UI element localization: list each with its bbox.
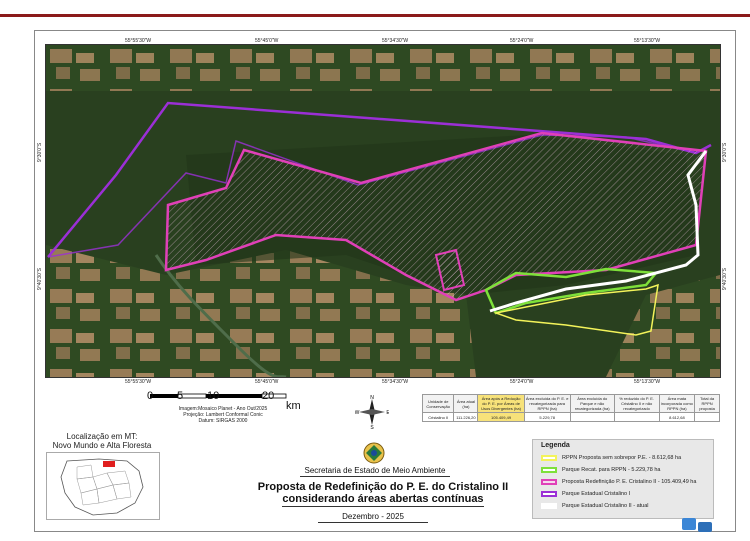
table-cell [694,412,720,422]
legend-label: Proposta Redefinição P. E. Cristalino II… [562,478,697,485]
coord-left-2: 9°40'30"S [37,268,43,290]
coord-bottom-4: 55°24'0"W [510,379,534,385]
north-letter-s: S [370,425,374,429]
legend-item: Parque Estadual Cristalino II - atual [541,501,649,510]
scale-label-5: 5 [177,390,184,402]
table-cell [613,412,660,422]
table-header: Área após a Redução do P. E. por Áreas d… [477,394,525,413]
north-letter-e: E [386,410,389,416]
department-name: Secretaria de Estado de Meio Ambiente [300,466,450,477]
legend-swatch [541,502,557,509]
coord-bottom-2: 55°45'0"W [255,379,279,385]
table-cell: 111.226,20 [453,412,479,422]
scale-label-20: 20 [262,390,275,402]
legend-item: Proposta Redefinição P. E. Cristalino II… [541,477,696,486]
legend-label: Parque Estadual Cristalino I [562,490,631,497]
table-cell: 5.229,78 [523,412,571,422]
coord-left-1: 9°30'0"S [37,142,43,162]
location-inset-map[interactable] [46,452,160,520]
coord-bottom-3: 55°34'30"W [382,379,409,385]
legend-swatch [541,478,557,485]
table-header: Área excluída do P. E. e recategorizada … [523,394,571,413]
corner-blue-icon [676,512,716,536]
north-letter-w: W [355,410,360,416]
location-title-line1: Localização em MT: [66,432,138,441]
legend-swatch [541,490,557,497]
location-highlight [103,461,115,467]
map-date: Dezembro - 2025 [318,512,428,523]
scale-unit: km [286,400,301,412]
table-header: Unidade de Conservação [421,394,455,413]
legend-swatch [541,466,557,473]
legend-label: RPPN Proposta sem sobrepor P.E. - 8.612,… [562,454,682,461]
map-title-line1: Proposta de Redefinição do P. E. do Cris… [257,481,509,493]
legend-item: Parque Estadual Cristalino I [541,489,630,498]
table-header-row: Unidade de Conservação Área atual (ha) Á… [421,394,720,413]
north-letter-n: N [370,395,374,401]
legend-label: Parque Recat. para RPPN - 5.229,78 ha [562,466,661,473]
map-title-line2: considerando áreas abertas contínuas [282,493,484,507]
map-canvas [46,45,720,377]
table-row: Cristalino II 111.226,20 105.409,49 5.22… [421,412,720,422]
coord-bottom-5: 55°13'30"W [634,379,661,385]
table-cell: 105.409,49 [477,412,525,422]
coord-right-2: 9°40'30"S [722,268,728,290]
coord-right-1: 9°30'0"S [722,142,728,162]
state-seal-icon [360,440,388,466]
location-title: Localização em MT: Novo Mundo e Alta Flo… [38,432,166,450]
legend: Legenda RPPN Proposta sem sobrepor P.E. … [532,439,714,519]
scale-label-10: 10 [207,390,220,402]
legend-item: RPPN Proposta sem sobrepor P.E. - 8.612,… [541,453,681,462]
north-arrow-icon: N S E W [355,395,391,431]
table-cell: Cristalino II [421,412,455,422]
map-credits: Imagem:Mosaico Planet - Ano Out/2025 Pro… [168,406,278,424]
coord-bottom-1: 55°55'30"W [125,379,152,385]
table-header: Total da RPPN proposta [694,394,720,413]
table-header: Área atual (ha) [453,394,479,413]
location-title-line2: Novo Mundo e Alta Floresta [52,441,152,450]
area-table: Unidade de Conservação Área atual (ha) Á… [421,394,720,422]
legend-label: Parque Estadual Cristalino II - atual [562,502,649,509]
legend-title: Legenda [541,442,570,449]
map-title: Proposta de Redefinição do P. E. do Cris… [238,481,528,507]
satellite-map[interactable] [45,44,721,378]
table-header: Área excluída do Parque e não recategori… [569,394,615,413]
table-cell: 8.612,68 [658,412,696,422]
scale-label-0: 0 [147,390,154,402]
cleared-land-north [46,45,720,91]
table-cell [569,412,615,422]
table-header: Área mata incorporada como RPPN (ha) [658,394,696,413]
legend-item: Parque Recat. para RPPN - 5.229,78 ha [541,465,660,474]
top-bar [0,0,750,17]
table-header: % reduzido do P. E. Cristalino II e não … [613,394,660,413]
legend-swatch [541,454,557,461]
credit-datum: Datum: SIRGAS 2000 [198,418,248,424]
